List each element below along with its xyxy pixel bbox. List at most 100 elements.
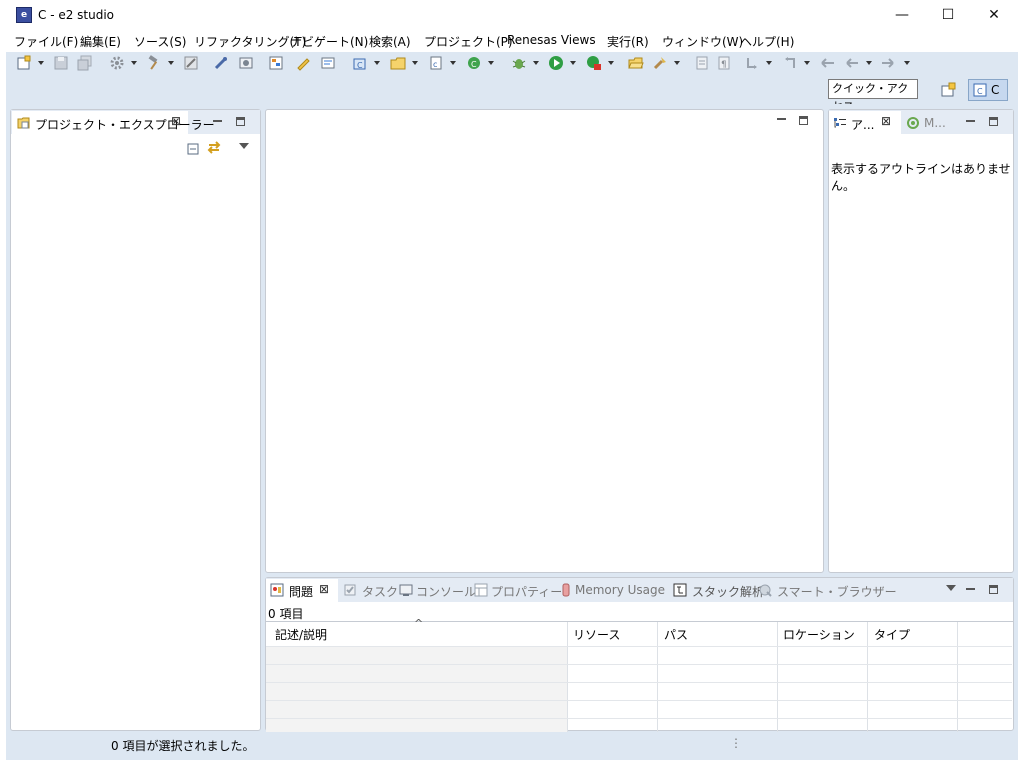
maximize-problems-icon[interactable] bbox=[989, 585, 998, 594]
next-annotation-icon[interactable] bbox=[744, 55, 760, 71]
link-with-editor-icon[interactable] bbox=[207, 140, 221, 154]
flash-dropdown-arrow[interactable] bbox=[674, 61, 680, 65]
close-project-explorer-icon[interactable]: ⊠ bbox=[171, 114, 181, 128]
column-separator[interactable] bbox=[567, 622, 568, 732]
run-dropdown-arrow[interactable] bbox=[570, 61, 576, 65]
e2-studio-app-icon: e bbox=[16, 7, 32, 23]
close-button[interactable]: ✕ bbox=[971, 0, 1017, 31]
clean-build-icon[interactable] bbox=[183, 55, 199, 71]
last-edit-location-icon[interactable] bbox=[820, 55, 836, 71]
new-folder-icon[interactable] bbox=[390, 55, 406, 71]
view-menu-chevron-down-icon[interactable] bbox=[239, 143, 249, 149]
menu-window[interactable]: ウィンドウ(W) bbox=[662, 33, 743, 50]
forward-arrow-icon[interactable] bbox=[880, 55, 896, 71]
debug-dropdown-arrow[interactable] bbox=[533, 61, 539, 65]
column-separator[interactable] bbox=[777, 622, 778, 732]
back-dropdown-arrow[interactable] bbox=[866, 61, 872, 65]
column-header-description[interactable]: 記述/説明 bbox=[275, 626, 327, 643]
tab-memory-usage[interactable]: Memory Usage bbox=[575, 583, 665, 597]
previous-annotation-dropdown-arrow[interactable] bbox=[804, 61, 810, 65]
launch-config-icon[interactable] bbox=[238, 55, 254, 71]
status-bar-grip-icon[interactable]: ⋮ bbox=[730, 736, 742, 750]
new-project-dropdown-arrow[interactable] bbox=[374, 61, 380, 65]
settings-gear-icon[interactable] bbox=[109, 55, 125, 71]
table-row bbox=[266, 718, 1012, 719]
open-folder-icon[interactable] bbox=[628, 55, 644, 71]
flash-tool-icon[interactable] bbox=[652, 55, 668, 71]
tab-tasks[interactable]: タスク bbox=[362, 583, 398, 600]
open-perspective-icon[interactable] bbox=[940, 82, 956, 98]
new-source-dropdown-arrow[interactable] bbox=[450, 61, 456, 65]
build-dropdown-arrow[interactable] bbox=[168, 61, 174, 65]
column-header-resource[interactable]: リソース bbox=[573, 626, 620, 643]
menu-renesas-views[interactable]: Renesas Views bbox=[507, 33, 596, 47]
problems-item-count: 0 項目 bbox=[268, 607, 304, 621]
run-icon[interactable] bbox=[548, 55, 564, 71]
debug-probe-icon[interactable] bbox=[213, 55, 229, 71]
maximize-button[interactable]: ☐ bbox=[925, 0, 971, 31]
save-all-icon[interactable] bbox=[77, 55, 93, 71]
new-icon[interactable] bbox=[16, 55, 32, 71]
close-problems-icon[interactable]: ⊠ bbox=[319, 582, 329, 596]
tab-properties[interactable]: プロパティー bbox=[491, 583, 562, 600]
previous-annotation-icon[interactable] bbox=[782, 55, 798, 71]
sort-ascending-chevron-up-icon[interactable]: ^ bbox=[414, 617, 423, 630]
tab-smart-browser[interactable]: スマート・ブラウザー bbox=[777, 583, 897, 600]
minimize-project-explorer-icon[interactable] bbox=[213, 120, 222, 124]
maximize-editor-icon[interactable] bbox=[799, 116, 808, 125]
save-icon[interactable] bbox=[53, 55, 69, 71]
project-explorer-icon bbox=[17, 117, 30, 129]
new-class-icon[interactable]: C bbox=[466, 55, 482, 71]
minimize-problems-icon[interactable] bbox=[966, 588, 975, 592]
column-header-path[interactable]: パス bbox=[664, 626, 688, 643]
maximize-project-explorer-icon[interactable] bbox=[236, 117, 245, 126]
minimize-editor-icon[interactable] bbox=[777, 118, 786, 122]
menu-source[interactable]: ソース(S) bbox=[134, 33, 186, 50]
external-tool-dropdown-arrow[interactable] bbox=[608, 61, 614, 65]
new-dropdown-arrow[interactable] bbox=[38, 61, 44, 65]
back-arrow-icon[interactable] bbox=[844, 55, 860, 71]
outline-empty-message: 表示するアウトラインはありません。 bbox=[831, 162, 1011, 193]
menu-run[interactable]: 実行(R) bbox=[607, 33, 649, 50]
tab-console[interactable]: コンソール bbox=[416, 583, 476, 600]
quick-access-input[interactable]: クイック・アクセス bbox=[828, 79, 918, 113]
search-file-icon[interactable] bbox=[320, 55, 336, 71]
new-source-file-icon[interactable]: c bbox=[428, 55, 444, 71]
problems-icon bbox=[270, 583, 284, 597]
menu-navigate[interactable]: ナビゲート(N) bbox=[290, 33, 368, 50]
gear-dropdown-arrow[interactable] bbox=[131, 61, 137, 65]
menu-file[interactable]: ファイル(F) bbox=[14, 33, 78, 50]
new-c-project-icon[interactable]: C bbox=[352, 55, 368, 71]
show-whitespace-icon[interactable]: ¶ bbox=[716, 55, 732, 71]
minimize-outline-icon[interactable] bbox=[966, 120, 975, 124]
menu-bar: ファイル(F) 編集(E) ソース(S) リファクタリング(T) ナビゲート(N… bbox=[0, 31, 1024, 52]
new-class-dropdown-arrow[interactable] bbox=[488, 61, 494, 65]
close-outline-icon[interactable]: ⊠ bbox=[881, 114, 891, 128]
column-separator[interactable] bbox=[957, 622, 958, 732]
menu-search[interactable]: 検索(A) bbox=[369, 33, 411, 50]
problems-view-menu-chevron-down-icon[interactable] bbox=[946, 585, 956, 591]
collapse-all-icon[interactable] bbox=[186, 142, 200, 156]
make-target-tab-label[interactable]: M... bbox=[924, 116, 946, 130]
forward-dropdown-arrow[interactable] bbox=[904, 61, 910, 65]
column-separator[interactable] bbox=[867, 622, 868, 732]
maximize-outline-icon[interactable] bbox=[989, 117, 998, 126]
run-external-tool-icon[interactable] bbox=[586, 55, 602, 71]
debug-bug-icon[interactable] bbox=[511, 55, 527, 71]
pencil-edit-icon[interactable] bbox=[295, 55, 311, 71]
make-target-icon[interactable] bbox=[906, 116, 920, 130]
column-header-type[interactable]: タイプ bbox=[874, 626, 910, 643]
perspective-c-label: C bbox=[991, 83, 1000, 97]
column-header-location[interactable]: ロケーション bbox=[783, 626, 855, 643]
build-hammer-icon[interactable] bbox=[146, 55, 162, 71]
open-type-icon[interactable] bbox=[268, 55, 284, 71]
menu-project[interactable]: プロジェクト(P) bbox=[424, 33, 513, 50]
column-separator[interactable] bbox=[657, 622, 658, 732]
menu-edit[interactable]: 編集(E) bbox=[80, 33, 121, 50]
toggle-mark-icon[interactable] bbox=[694, 55, 710, 71]
next-annotation-dropdown-arrow[interactable] bbox=[766, 61, 772, 65]
tab-stack-analysis[interactable]: スタック解析 bbox=[692, 583, 764, 600]
menu-help[interactable]: ヘルプ(H) bbox=[740, 33, 794, 50]
new-folder-dropdown-arrow[interactable] bbox=[412, 61, 418, 65]
minimize-button[interactable]: — bbox=[879, 0, 925, 31]
